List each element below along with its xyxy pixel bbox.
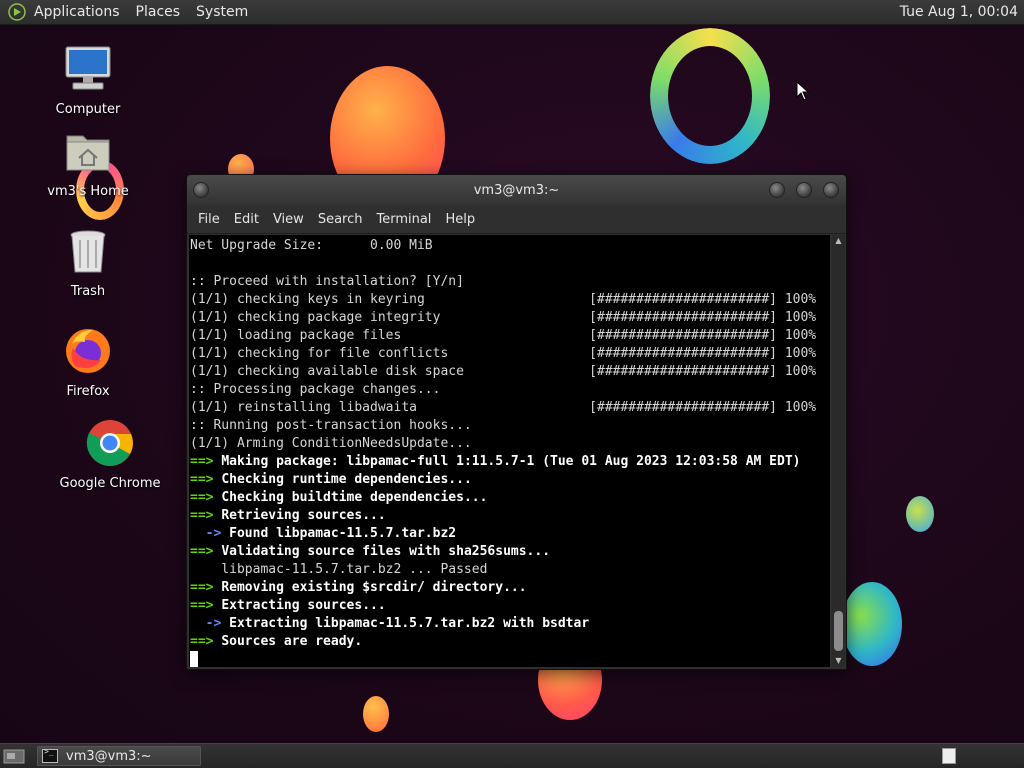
desktop-icon-label: Computer: [55, 102, 121, 117]
terminal-line: ==> Removing existing $srcdir/ directory…: [190, 579, 830, 597]
top-panel: Applications Places System Tue Aug 1, 00…: [0, 0, 1024, 25]
terminal-line: Net Upgrade Size: 0.00 MiB: [190, 238, 433, 253]
prompt-arrow: ==>: [190, 598, 222, 613]
terminal-line-text: Found libpamac-11.5.7.tar.bz2: [229, 526, 457, 541]
wallpaper-blob: [906, 496, 934, 532]
terminal-line: ==> Retrieving sources...: [190, 507, 830, 525]
workspace-switcher[interactable]: [942, 748, 956, 764]
desktop-icon-label: Google Chrome: [59, 476, 161, 491]
terminal-line: ==> Checking runtime dependencies...: [190, 471, 830, 489]
scrollbar-thumb[interactable]: [834, 611, 843, 651]
terminal-line-text: Sources are ready.: [221, 634, 363, 649]
terminal-cursor-line: [190, 651, 830, 667]
terminal-line: ==> Checking buildtime dependencies...: [190, 489, 830, 507]
desktop-icon-trash[interactable]: Trash: [28, 226, 148, 299]
window-menu-button[interactable]: [193, 182, 209, 198]
menu-file[interactable]: File: [198, 212, 220, 227]
home-folder-icon: [66, 135, 110, 171]
terminal-line-text: Checking buildtime dependencies...: [221, 490, 488, 505]
show-desktop-icon[interactable]: [3, 747, 25, 765]
trash-icon: [70, 230, 106, 273]
terminal-line-text: Extracting sources...: [221, 598, 386, 613]
terminal-window[interactable]: vm3@vm3:~ File Edit View Search Terminal…: [186, 174, 847, 670]
terminal-line-text: Validating source files with sha256sums.…: [221, 544, 551, 559]
computer-icon: [65, 46, 111, 90]
terminal-line: (1/1) checking for file conflicts [#####…: [190, 346, 817, 361]
desktop-icon-label: vm3's Home: [47, 184, 129, 199]
desktop-icon-firefox[interactable]: Firefox: [28, 326, 148, 399]
prompt-arrow: ==>: [190, 634, 222, 649]
prompt-arrow: ==>: [190, 454, 222, 469]
menu-terminal[interactable]: Terminal: [376, 212, 431, 227]
terminal-line: ==> Extracting sources...: [190, 597, 830, 615]
clock[interactable]: Tue Aug 1, 00:04: [900, 4, 1018, 20]
terminal-line: (1/1) reinstalling libadwaita [#########…: [190, 400, 817, 415]
wallpaper-blob: [363, 696, 389, 732]
prompt-arrow: ==>: [190, 508, 222, 523]
desktop-icon-chrome[interactable]: Google Chrome: [50, 418, 170, 491]
terminal-line: :: Processing package changes...: [190, 382, 441, 397]
prompt-arrow: ->: [190, 526, 230, 541]
terminal-line: ==> Validating source files with sha256s…: [190, 543, 830, 561]
terminal-line: ==> Sources are ready.: [190, 633, 830, 651]
prompt-arrow: ->: [190, 616, 230, 631]
window-titlebar[interactable]: vm3@vm3:~: [187, 175, 846, 205]
taskbar-terminal-button[interactable]: vm3@vm3:~: [37, 746, 201, 766]
terminal-scrollbar[interactable]: ▲ ▼: [832, 235, 845, 667]
terminal-line: -> Extracting libpamac-11.5.7.tar.bz2 wi…: [190, 615, 830, 633]
desktop-icon-computer[interactable]: Computer: [28, 44, 148, 117]
terminal-line: :: Proceed with installation? [Y/n]: [190, 274, 464, 289]
terminal-output[interactable]: Net Upgrade Size: 0.00 MiB:: Proceed wit…: [189, 235, 830, 667]
taskbar-button-label: vm3@vm3:~: [66, 748, 152, 764]
terminal-line: ==> Making package: libpamac-full 1:11.5…: [190, 453, 830, 471]
desktop-icon-home[interactable]: vm3's Home: [28, 126, 148, 199]
menu-edit[interactable]: Edit: [234, 212, 259, 227]
terminal-cursor: [190, 651, 198, 667]
terminal-line: (1/1) checking package integrity [######…: [190, 310, 817, 325]
wallpaper-ring: [650, 28, 770, 164]
terminal-line-text: Retrieving sources...: [221, 508, 386, 523]
menu-search[interactable]: Search: [318, 212, 363, 227]
prompt-arrow: ==>: [190, 544, 222, 559]
system-menu[interactable]: System: [196, 4, 248, 20]
maximize-button[interactable]: [796, 182, 812, 198]
places-menu[interactable]: Places: [136, 4, 181, 20]
distro-logo-icon[interactable]: [8, 3, 26, 21]
terminal-line-text: Extracting libpamac-11.5.7.tar.bz2 with …: [229, 616, 590, 631]
menu-view[interactable]: View: [273, 212, 304, 227]
prompt-arrow: ==>: [190, 472, 222, 487]
firefox-icon: [66, 329, 110, 373]
mouse-pointer-icon: [796, 81, 810, 101]
scroll-up-icon[interactable]: ▲: [832, 235, 845, 247]
menu-help[interactable]: Help: [445, 212, 475, 227]
wallpaper-blob: [842, 582, 902, 666]
terminal-line: -> Found libpamac-11.5.7.tar.bz2: [190, 525, 830, 543]
terminal-line: (1/1) checking available disk space [###…: [190, 364, 817, 379]
terminal-line: (1/1) loading package files [###########…: [190, 328, 817, 343]
terminal-line: libpamac-11.5.7.tar.bz2 ... Passed: [190, 562, 488, 577]
minimize-button[interactable]: [769, 182, 785, 198]
terminal-line: (1/1) Arming ConditionNeedsUpdate...: [190, 436, 472, 451]
terminal-line-text: Removing existing $srcdir/ directory...: [221, 580, 527, 595]
window-title: vm3@vm3:~: [473, 182, 560, 198]
terminal-menubar: File Edit View Search Terminal Help: [187, 205, 846, 234]
bottom-panel: vm3@vm3:~: [0, 743, 1024, 768]
close-button[interactable]: [823, 182, 839, 198]
chrome-icon: [86, 420, 133, 466]
scroll-down-icon[interactable]: ▼: [832, 655, 845, 667]
prompt-arrow: ==>: [190, 490, 222, 505]
terminal-icon: [42, 747, 58, 763]
terminal-line: :: Running post-transaction hooks...: [190, 418, 472, 433]
terminal-line-text: Making package: libpamac-full 1:11.5.7-1…: [221, 454, 801, 469]
desktop-icon-label: Firefox: [66, 384, 110, 399]
terminal-line: (1/1) checking keys in keyring [########…: [190, 292, 817, 307]
desktop-icon-label: Trash: [70, 284, 106, 299]
terminal-text: Net Upgrade Size: 0.00 MiB:: Proceed wit…: [189, 235, 830, 667]
terminal-line-text: Checking runtime dependencies...: [221, 472, 472, 487]
applications-menu[interactable]: Applications: [34, 4, 120, 20]
prompt-arrow: ==>: [190, 580, 222, 595]
